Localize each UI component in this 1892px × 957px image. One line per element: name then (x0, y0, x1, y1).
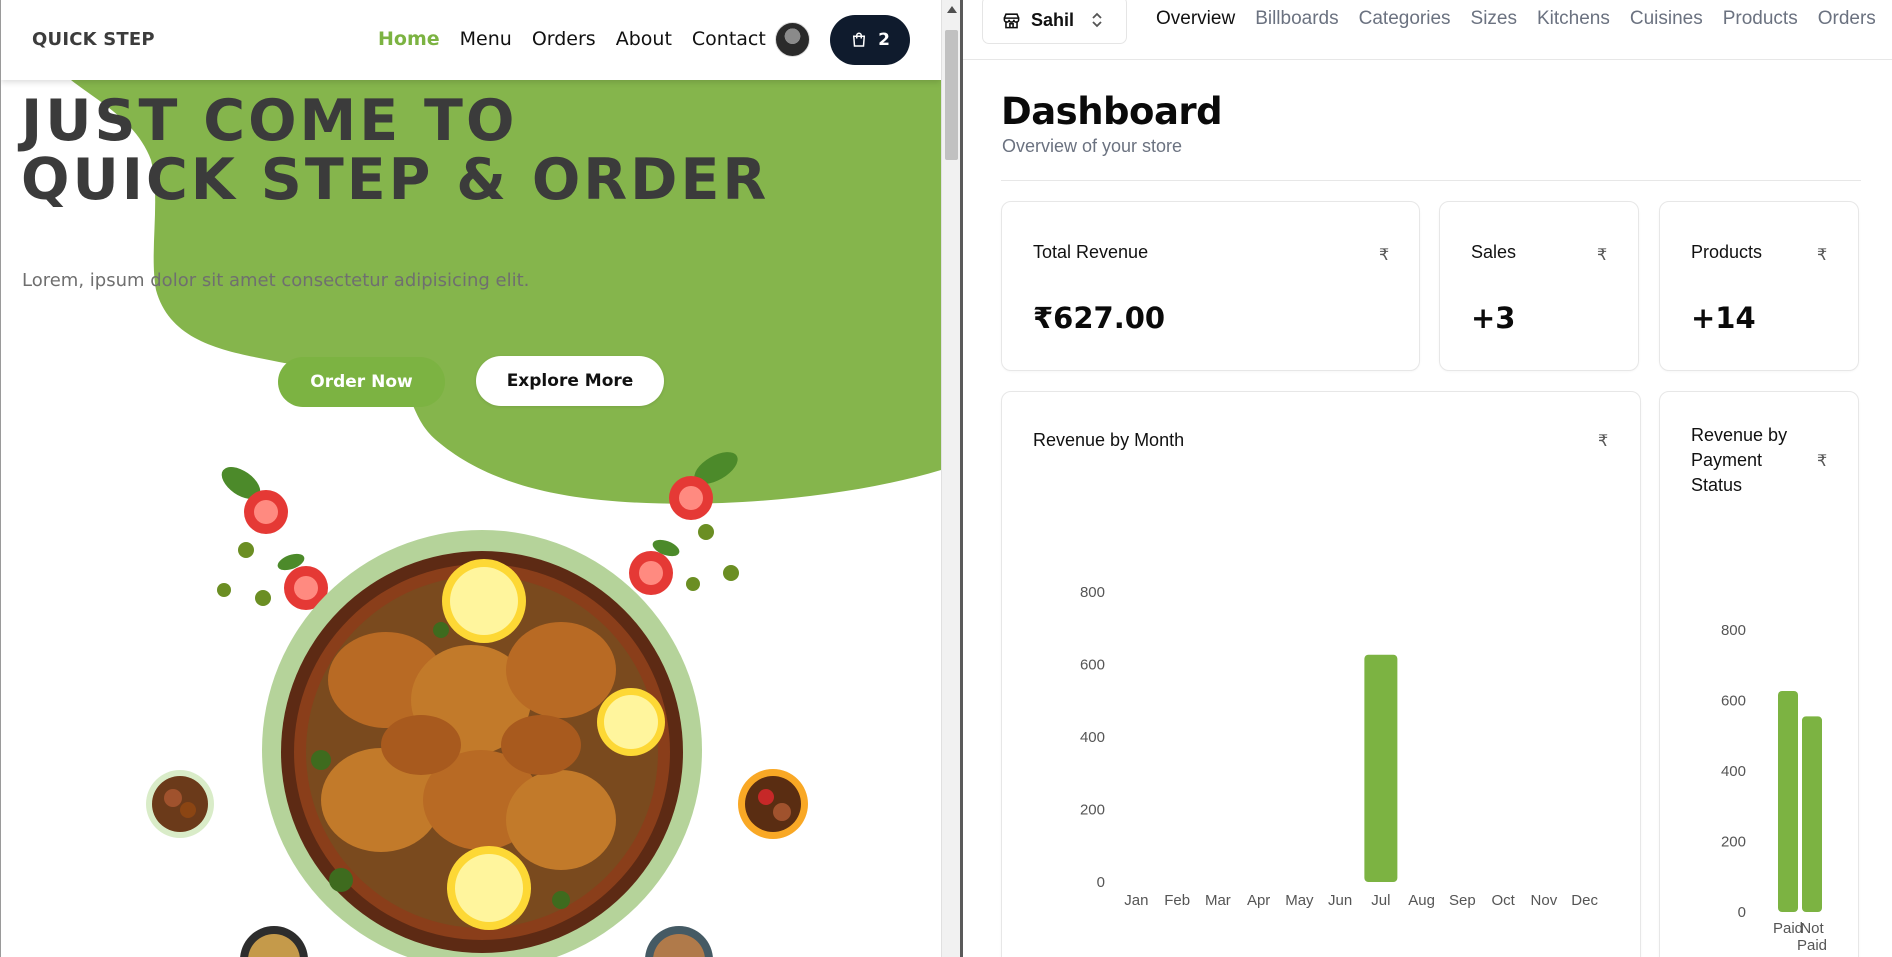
admin-dashboard-window: Sahil Overview Billboards Categories Siz… (963, 0, 1892, 957)
x-tick-label: Not Paid (1797, 920, 1827, 954)
x-tick-label: Sep (1449, 892, 1476, 909)
store-icon (1003, 12, 1020, 28)
brand-logo[interactable]: QUICK STEP (32, 29, 155, 50)
site-navbar: QUICK STEP Home Menu Orders About Contac… (1, 0, 941, 80)
hero-food-image (146, 452, 808, 957)
x-tick-label: Oct (1491, 892, 1515, 909)
nav-links: Home Menu Orders About Contact (378, 28, 766, 50)
header-separator (1001, 180, 1861, 181)
y-tick-label: 0 (1738, 904, 1746, 921)
order-now-button[interactable]: Order Now (278, 357, 445, 407)
user-avatar[interactable] (775, 22, 810, 57)
tab-overview[interactable]: Overview (1156, 8, 1235, 30)
stat-label: Sales (1471, 242, 1517, 262)
tab-categories[interactable]: Categories (1359, 8, 1451, 30)
revenue-by-month-chart: 0 200 400 600 800 Jan Feb Mar Apr May Jun Jul Aug Sep… (1080, 584, 1598, 909)
x-tick-label: Dec (1571, 892, 1598, 909)
nav-link-about[interactable]: About (616, 28, 672, 50)
tomato-garnish-right (629, 452, 739, 595)
x-tick-label: Paid (1773, 920, 1803, 937)
nav-link-menu[interactable]: Menu (460, 28, 512, 50)
store-switcher[interactable]: Sahil (982, 0, 1127, 44)
stat-card-products: Products ₹ +14 (1659, 201, 1859, 371)
revenue-by-payment-status-chart: 0 200 400 600 800 PaidNot Paid (1721, 622, 1827, 954)
cart-button[interactable]: 2 (830, 15, 910, 65)
stat-value: ₹627.00 (1033, 301, 1166, 335)
rupee-icon: ₹ (1597, 245, 1608, 264)
shopping-bag-icon (853, 32, 866, 47)
x-tick-label: Aug (1408, 892, 1435, 909)
y-tick-label: 0 (1097, 874, 1105, 891)
y-tick-label: 400 (1721, 763, 1746, 780)
page-subtitle: Overview of your store (1002, 136, 1183, 156)
dish-thumbnail-bottom-left[interactable] (240, 926, 308, 957)
y-tick-label: 400 (1080, 729, 1105, 746)
rupee-icon: ₹ (1598, 431, 1609, 450)
rupee-icon: ₹ (1379, 245, 1390, 264)
nav-link-orders[interactable]: Orders (532, 28, 596, 50)
main-nav: Overview Billboards Categories Sizes Kit… (1156, 8, 1876, 30)
page-scrollbar[interactable] (941, 0, 960, 957)
cart-count: 2 (878, 30, 890, 50)
tab-orders[interactable]: Orders (1818, 8, 1876, 30)
rupee-icon: ₹ (1817, 451, 1828, 470)
tab-cuisines[interactable]: Cuisines (1630, 8, 1703, 30)
dish-thumbnail-bottom-right[interactable] (645, 926, 713, 957)
tab-kitchens[interactable]: Kitchens (1537, 8, 1610, 30)
hero-title-line1: JUST COME TO (21, 88, 518, 154)
y-tick-label: 800 (1080, 584, 1105, 601)
stat-label: Products (1691, 242, 1763, 262)
x-tick-label: Apr (1247, 892, 1270, 909)
dish-thumbnail-left[interactable] (146, 770, 214, 838)
scroll-up-arrow-icon[interactable] (947, 6, 957, 13)
stat-value: +14 (1691, 301, 1756, 335)
chart-title: Revenue by Month (1033, 430, 1185, 450)
x-tick-label: May (1285, 892, 1314, 909)
hero-subtitle: Lorem, ipsum dolor sit amet consectetur … (22, 270, 530, 291)
explore-more-button[interactable]: Explore More (476, 356, 664, 406)
nav-link-contact[interactable]: Contact (692, 28, 766, 50)
x-tick-label: Feb (1164, 892, 1190, 909)
stat-card-sales: Sales ₹ +3 (1439, 201, 1639, 371)
x-tick-label: Jun (1328, 892, 1352, 909)
y-tick-label: 800 (1721, 622, 1746, 639)
admin-topbar: Sahil Overview Billboards Categories Siz… (963, 0, 1892, 60)
x-tick-label: Mar (1205, 892, 1231, 909)
hero-title: JUST COME TO QUICK STEP & ORDER (21, 92, 769, 210)
tab-billboards[interactable]: Billboards (1255, 8, 1338, 30)
x-tick-label: Nov (1531, 892, 1558, 909)
dish-thumbnail-right[interactable] (738, 769, 808, 839)
y-tick-label: 200 (1721, 834, 1746, 851)
store-name: Sahil (1031, 9, 1075, 30)
scrollbar-thumb[interactable] (945, 30, 958, 160)
x-tick-label: Jul (1371, 892, 1390, 909)
chicken-plate (262, 530, 702, 957)
chart-title: Revenue by Payment Status (1691, 425, 1788, 495)
chevron-up-down-icon (1092, 12, 1102, 28)
x-tick-label: Jan (1124, 892, 1148, 909)
y-tick-label: 600 (1721, 693, 1746, 710)
stat-value: +3 (1471, 301, 1516, 335)
tab-sizes[interactable]: Sizes (1471, 8, 1517, 30)
quickstep-window: QUICK STEP Home Menu Orders About Contac… (0, 0, 960, 957)
chart-card-revenue-by-payment-status: Revenue by Payment Status ₹ 0 200 400 600 80… (1659, 391, 1859, 957)
stat-label: Total Revenue (1033, 242, 1149, 262)
quickstep-page: QUICK STEP Home Menu Orders About Contac… (1, 0, 941, 957)
tab-products[interactable]: Products (1723, 8, 1798, 30)
nav-link-home[interactable]: Home (378, 28, 440, 50)
page-title: Dashboard (1001, 90, 1223, 133)
chart-card-revenue-by-month: Revenue by Month ₹ 0 200 400 600 800 Jan Feb Ma… (1001, 391, 1641, 957)
y-tick-label: 200 (1080, 802, 1105, 819)
rupee-icon: ₹ (1817, 245, 1828, 264)
bar-not-paid[interactable] (1802, 716, 1822, 912)
bar-jul[interactable] (1364, 654, 1398, 882)
tomato-garnish-left (217, 467, 328, 610)
bar-paid[interactable] (1778, 690, 1798, 912)
y-tick-label: 600 (1080, 657, 1105, 674)
hero-title-line2: QUICK STEP & ORDER (21, 147, 770, 213)
stat-card-total-revenue: Total Revenue ₹ ₹627.00 (1001, 201, 1420, 371)
